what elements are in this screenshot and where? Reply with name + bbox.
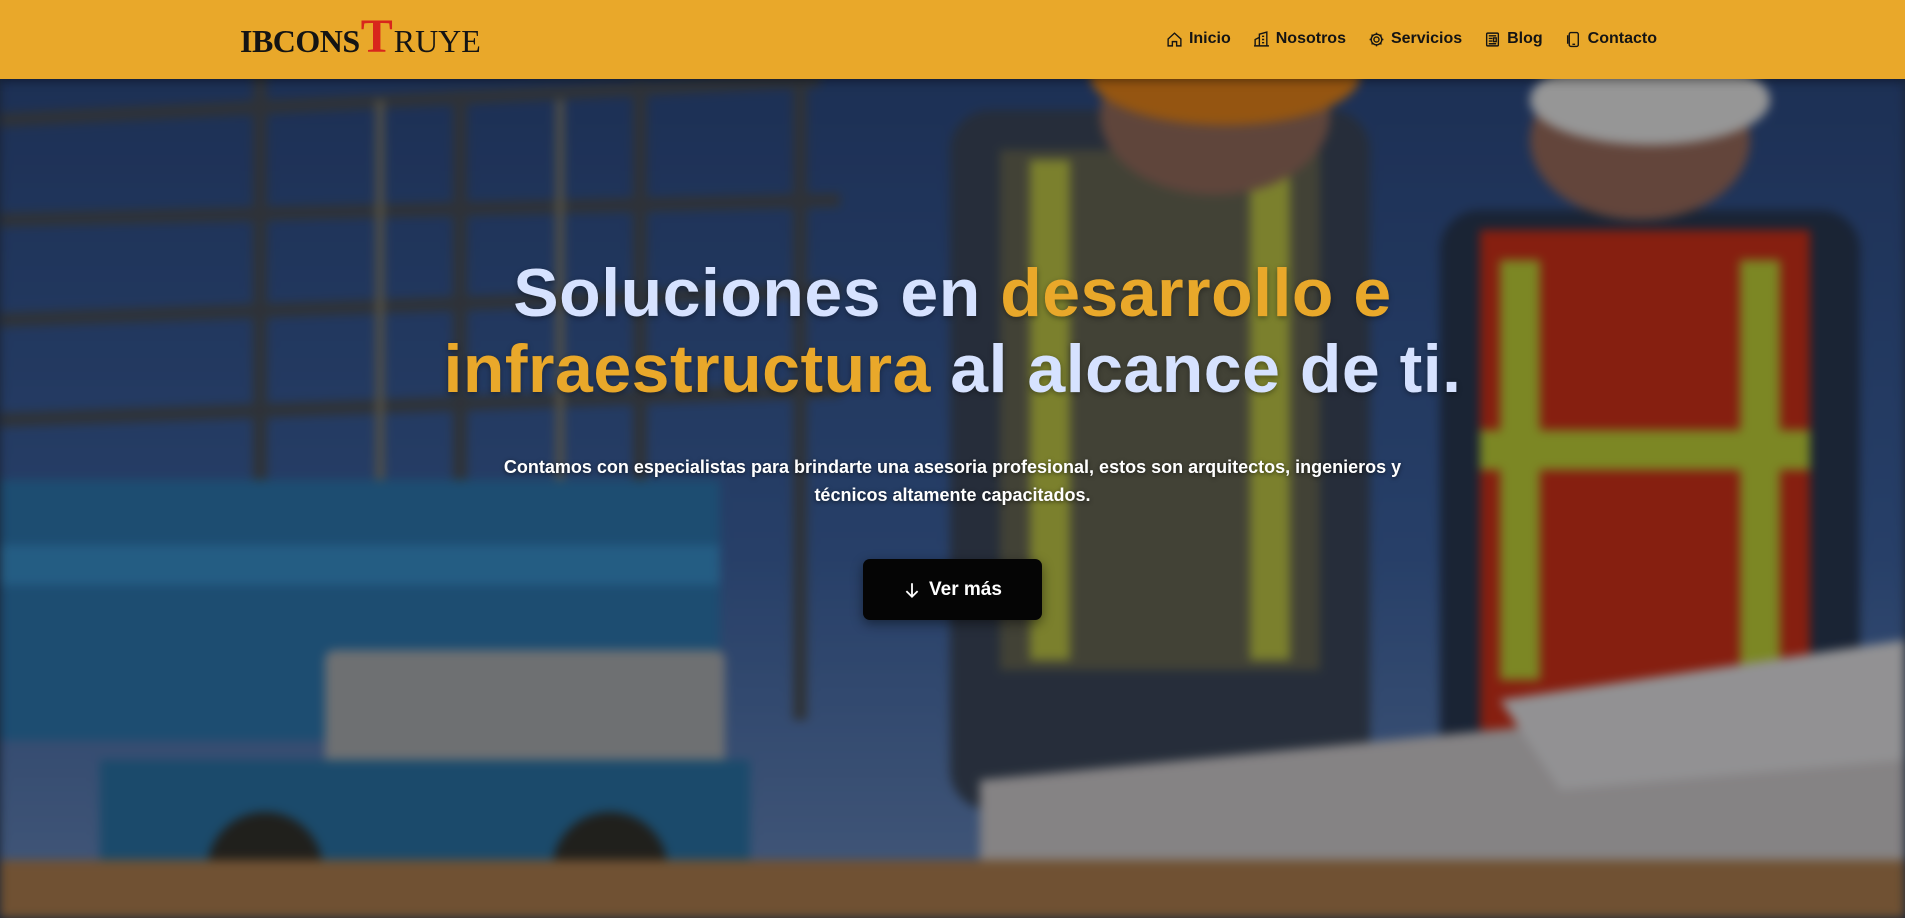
- hero-content: Soluciones en desarrollo e infraestructu…: [420, 255, 1485, 620]
- nav-label-servicios: Servicios: [1390, 30, 1463, 47]
- ver-mas-label: Ver más: [929, 578, 1002, 600]
- nav-item-servicios[interactable]: Servicios: [1368, 30, 1462, 48]
- nav-label-contacto: Contacto: [1587, 30, 1657, 47]
- logo-text-part1: IBCONS: [240, 23, 360, 59]
- headline-part1: Soluciones en: [513, 255, 1001, 331]
- nav-item-inicio[interactable]: Inicio: [1166, 30, 1231, 48]
- nav-item-contacto[interactable]: Contacto: [1565, 30, 1657, 48]
- arrow-down-icon: [905, 582, 919, 598]
- main-nav: Inicio Nosotros Servicios Blog Contacto: [1166, 26, 1657, 52]
- building-icon: [1253, 30, 1269, 47]
- hero-subtext: Contamos con especialistas para brindart…: [503, 457, 1402, 505]
- nav-label-blog: Blog: [1507, 30, 1543, 47]
- site-logo[interactable]: IBCONS T RUYE: [240, 10, 481, 63]
- nav-item-nosotros[interactable]: Nosotros: [1253, 30, 1346, 48]
- site-header: IBCONS T RUYE Inicio Nosotros Servicios: [0, 0, 1905, 79]
- nav-label-nosotros: Nosotros: [1275, 30, 1346, 47]
- nav-item-blog[interactable]: Blog: [1484, 30, 1543, 48]
- hero-headline: Soluciones en desarrollo e infraestructu…: [420, 255, 1485, 407]
- nav-label-inicio: Inicio: [1188, 30, 1231, 47]
- logo-text-part3: RUYE: [393, 23, 481, 59]
- gear-icon: [1369, 32, 1384, 46]
- phone-icon: [1566, 31, 1579, 47]
- ver-mas-button[interactable]: Ver más: [863, 559, 1042, 620]
- logo-text-part2: T: [360, 10, 393, 63]
- newspaper-icon: [1486, 31, 1500, 47]
- home-icon: [1167, 31, 1182, 47]
- headline-part3: al alcance de ti.: [930, 331, 1462, 407]
